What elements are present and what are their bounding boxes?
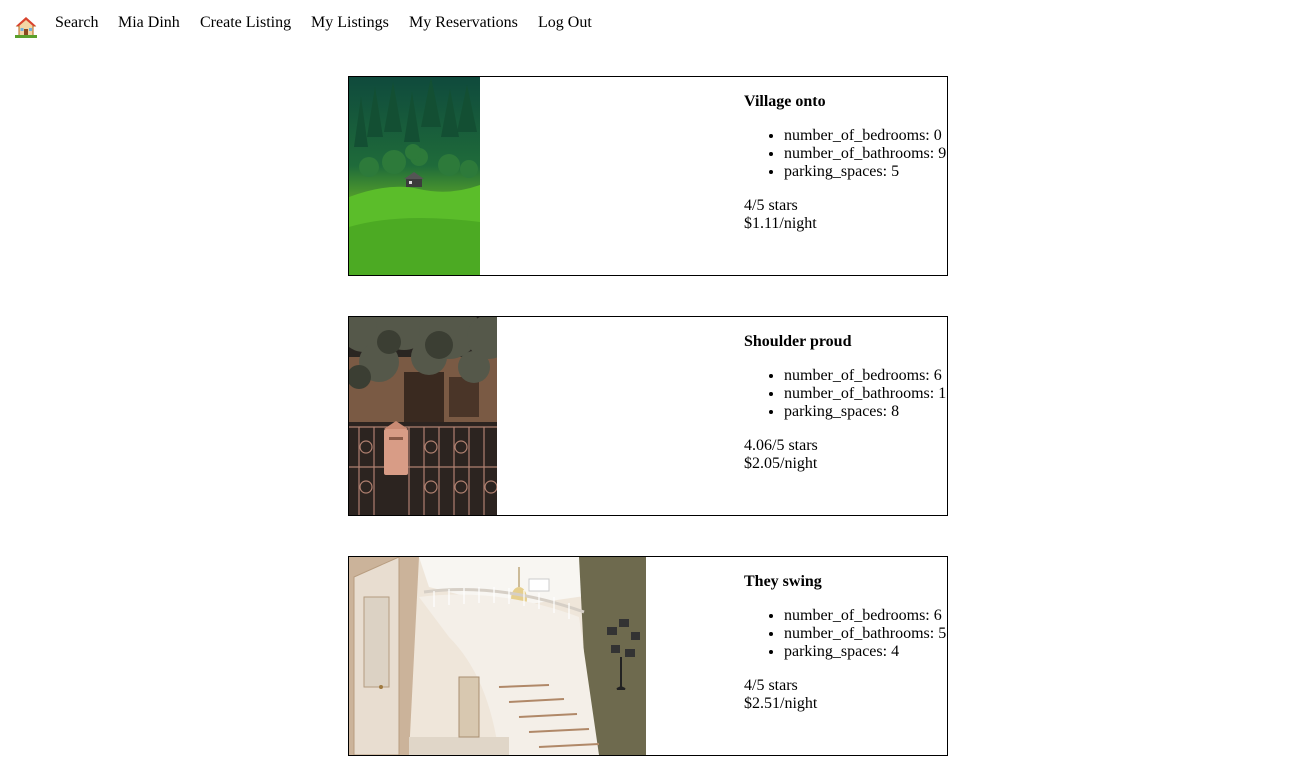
listing-features: number_of_bedrooms: 6 number_of_bathroom… xyxy=(744,607,946,661)
listing-thumbnail[interactable] xyxy=(349,557,646,755)
feature-item: parking_spaces: 8 xyxy=(784,403,946,421)
listing-features: number_of_bedrooms: 6 number_of_bathroom… xyxy=(744,367,946,421)
listing-rating: 4.06/5 stars xyxy=(744,437,818,454)
listing-rating: 4/5 stars xyxy=(744,677,798,694)
listing-title: Shoulder proud xyxy=(744,333,852,350)
listing-title: Village onto xyxy=(744,93,826,110)
listing-thumbnail[interactable] xyxy=(349,317,497,515)
feature-item: number_of_bedrooms: 0 xyxy=(784,127,946,145)
nav-create-listing-link[interactable]: Create Listing xyxy=(200,13,291,33)
feature-item: parking_spaces: 4 xyxy=(784,643,946,661)
feature-item: number_of_bathrooms: 1 xyxy=(784,385,946,403)
feature-item: number_of_bedrooms: 6 xyxy=(784,367,946,385)
nav-log-out-link[interactable]: Log Out xyxy=(538,13,592,33)
listing-rating: 4/5 stars xyxy=(744,197,798,214)
listing-card[interactable]: Shoulder proud number_of_bedrooms: 6 num… xyxy=(348,316,948,516)
listing-price: $2.51/night xyxy=(744,695,818,712)
feature-item: number_of_bedrooms: 6 xyxy=(784,607,946,625)
home-icon[interactable] xyxy=(15,16,37,38)
feature-item: number_of_bathrooms: 9 xyxy=(784,145,946,163)
nav-search-link[interactable]: Search xyxy=(55,13,99,33)
nav-my-reservations-link[interactable]: My Reservations xyxy=(409,13,518,33)
top-nav: Search Mia Dinh Create Listing My Listin… xyxy=(0,0,1290,44)
listing-thumbnail[interactable] xyxy=(349,77,480,275)
listing-features: number_of_bedrooms: 0 number_of_bathroom… xyxy=(744,127,946,181)
feature-item: number_of_bathrooms: 5 xyxy=(784,625,946,643)
listing-price: $2.05/night xyxy=(744,455,818,472)
listing-card[interactable]: Village onto number_of_bedrooms: 0 numbe… xyxy=(348,76,948,276)
nav-my-listings-link[interactable]: My Listings xyxy=(311,13,389,33)
feature-item: parking_spaces: 5 xyxy=(784,163,946,181)
listing-title: They swing xyxy=(744,573,822,590)
nav-user-name-link[interactable]: Mia Dinh xyxy=(118,13,180,33)
listing-card[interactable]: They swing number_of_bedrooms: 6 number_… xyxy=(348,556,948,756)
listing-price: $1.11/night xyxy=(744,215,817,232)
